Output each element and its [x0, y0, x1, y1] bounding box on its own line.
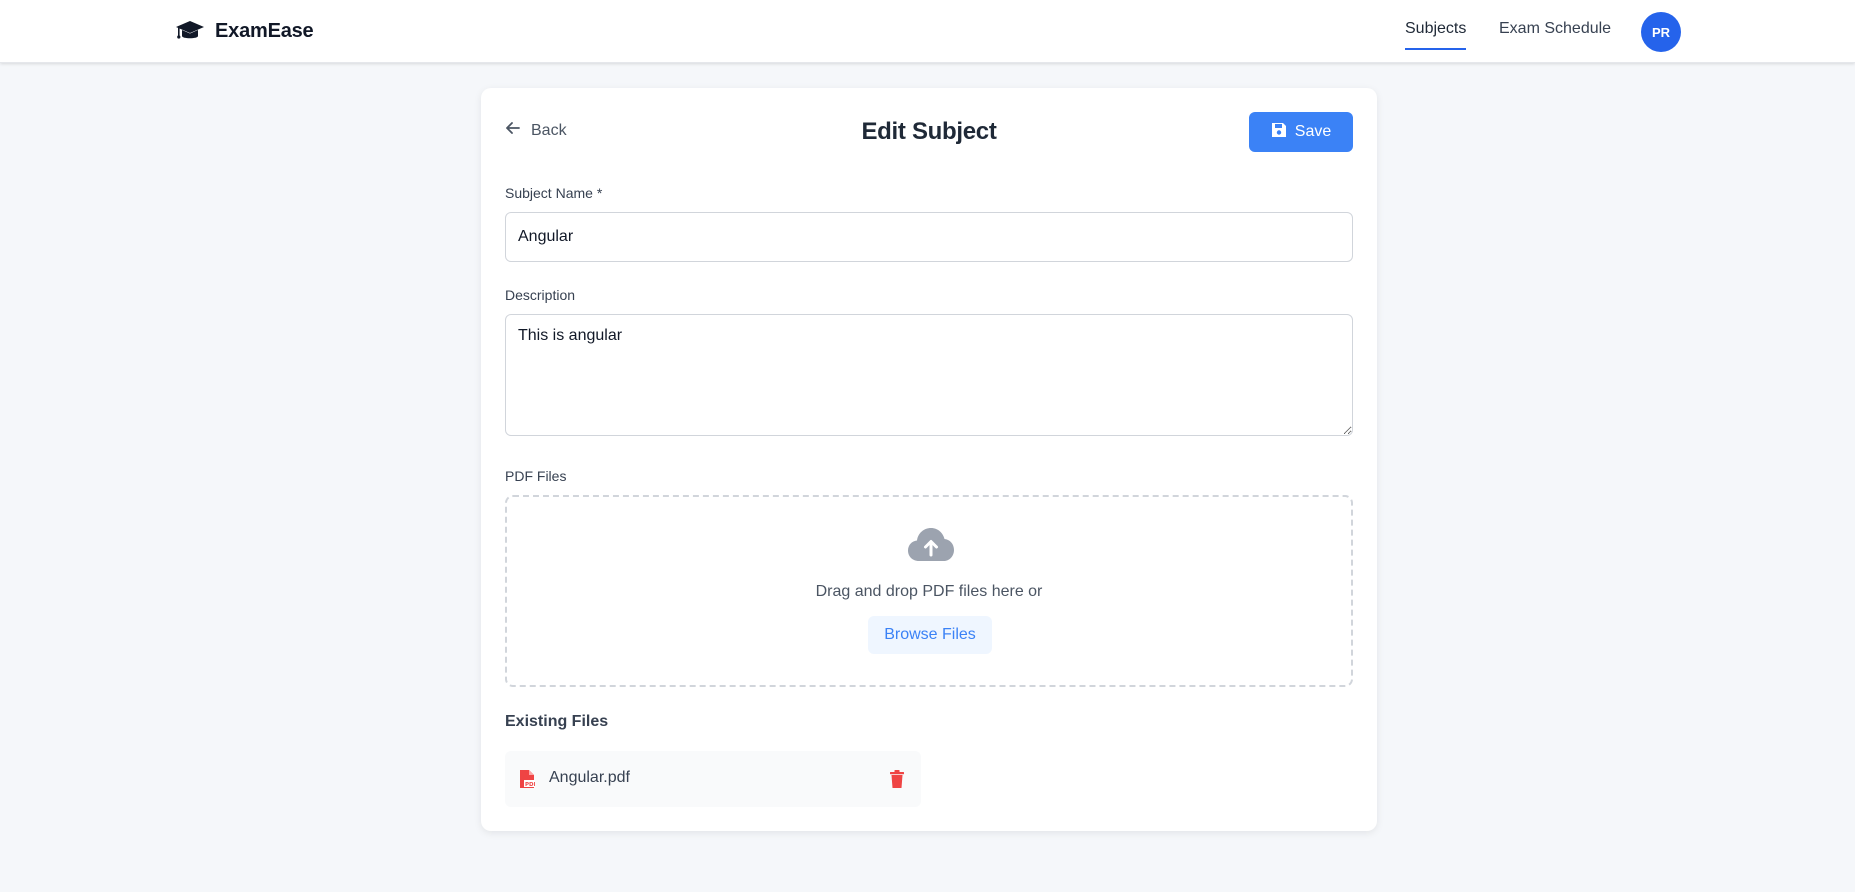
nav-subjects[interactable]: Subjects — [1405, 20, 1467, 50]
browse-files-button[interactable]: Browse Files — [868, 616, 992, 654]
subject-name-label: Subject Name * — [505, 185, 603, 201]
description-label: Description — [505, 287, 576, 303]
save-label: Save — [1294, 123, 1332, 140]
brand-name: ExamEase — [215, 19, 314, 42]
file-name[interactable]: Angular.pdf — [549, 769, 630, 787]
file-pdf-icon: PDF — [519, 769, 538, 789]
svg-text:PDF: PDF — [525, 782, 535, 788]
trash-icon[interactable] — [889, 769, 905, 789]
user-avatar[interactable]: PR — [1641, 12, 1681, 52]
cloud-upload-icon — [907, 527, 955, 563]
nav-exam-schedule[interactable]: Exam Schedule — [1499, 20, 1611, 38]
description-textarea[interactable]: This is angular — [505, 314, 1353, 436]
pdf-files-label: PDF Files — [505, 468, 567, 484]
brand[interactable]: ExamEase — [175, 18, 314, 44]
graduation-cap-icon — [175, 18, 205, 44]
floppy-disk-icon — [1271, 122, 1287, 143]
page-title: Edit Subject — [861, 118, 997, 145]
save-button[interactable]: Save — [1249, 112, 1353, 152]
file-item: PDF Angular.pdf — [505, 751, 921, 807]
drop-instructions: Drag and drop PDF files here or — [815, 583, 1043, 600]
subject-name-input[interactable] — [505, 212, 1353, 262]
top-navbar: ExamEase Subjects Exam Schedule PR — [0, 0, 1855, 63]
edit-subject-card: Back Edit Subject Save Subject Name * De… — [481, 88, 1377, 831]
existing-files-title: Existing Files — [505, 713, 609, 730]
pdf-dropzone[interactable]: Drag and drop PDF files here or Browse F… — [505, 495, 1353, 687]
